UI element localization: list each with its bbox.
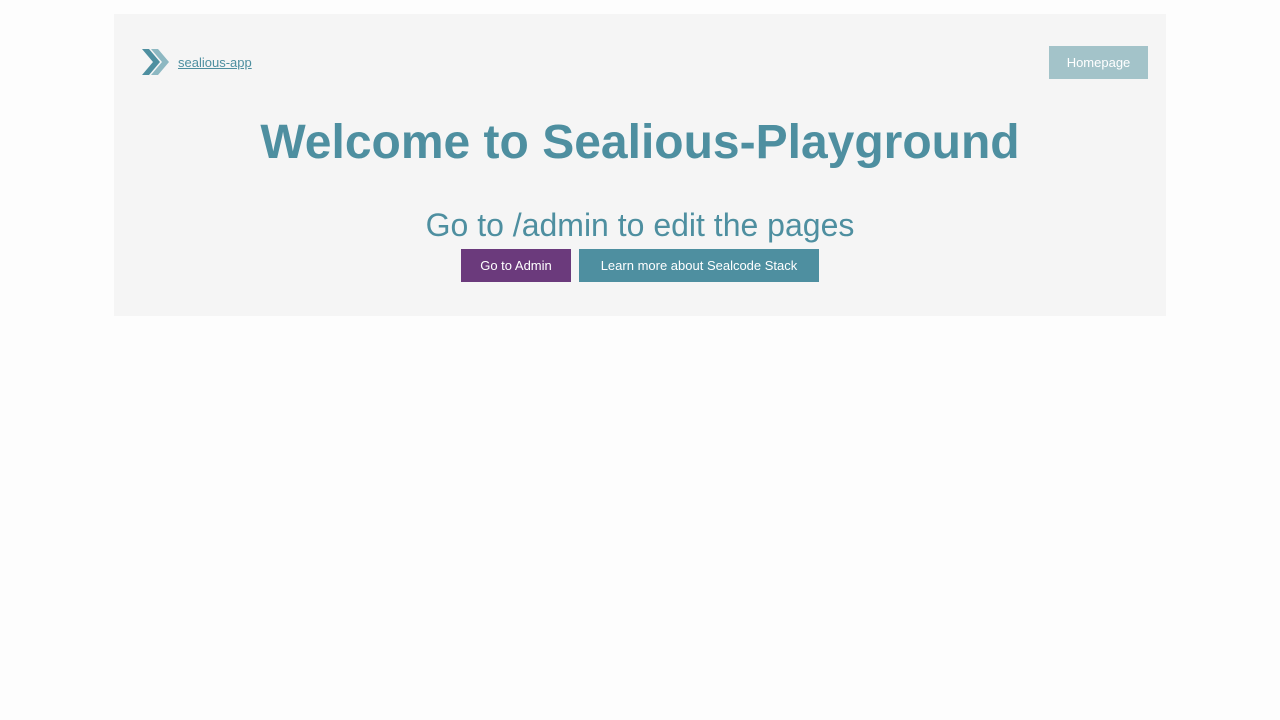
learn-more-button[interactable]: Learn more about Sealcode Stack bbox=[579, 249, 819, 282]
double-chevron-logo-icon bbox=[142, 49, 169, 75]
homepage-button[interactable]: Homepage bbox=[1049, 46, 1148, 79]
go-to-admin-button[interactable]: Go to Admin bbox=[461, 249, 571, 282]
action-buttons: Go to Admin Learn more about Sealcode St… bbox=[114, 249, 1166, 282]
page-title: Welcome to Sealious-Playground bbox=[260, 116, 1020, 169]
app-name-link-text: sealious-app bbox=[178, 54, 252, 70]
hero-panel: sealious-app Homepage Welcome to Sealiou… bbox=[114, 14, 1166, 316]
logo-link[interactable]: sealious-app bbox=[138, 46, 252, 78]
page-subtitle: Go to /admin to edit the pages bbox=[425, 207, 855, 243]
